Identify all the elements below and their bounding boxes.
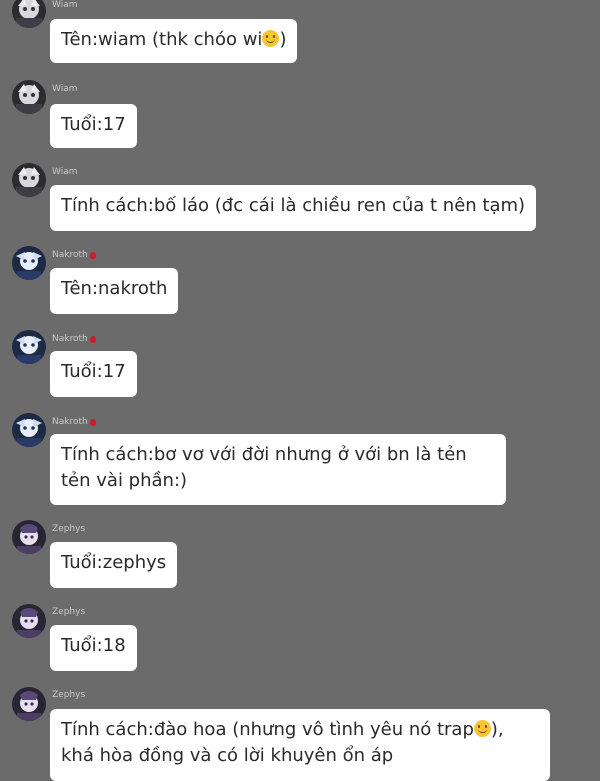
zephys-avatar[interactable]	[12, 604, 46, 638]
sender-name-label: Zephys	[52, 690, 86, 700]
message-text: Tuổi:17	[61, 361, 126, 382]
message-bubble[interactable]: Tuổi:18	[50, 625, 137, 671]
message-bubble[interactable]: Tên:wiam (thk chóo wi)	[50, 19, 298, 63]
sender-name: Nakroth	[52, 334, 96, 344]
sender-name: Zephys	[52, 690, 85, 700]
message-text: Tên:nakroth	[61, 278, 168, 299]
sender-name-label: Wiam	[52, 84, 78, 94]
message-text: Tên:wiam (thk chóo wi	[61, 29, 263, 50]
sender-name: Wiam	[52, 0, 77, 10]
message-text: Tuổi:zephys	[61, 552, 167, 573]
wiam-avatar[interactable]	[12, 80, 46, 114]
message-bubble[interactable]: Tính cách:bơ vơ với đời nhưng ở với bn l…	[50, 434, 506, 505]
slightly-smiling-face-icon	[473, 720, 491, 737]
zephys-avatar[interactable]	[12, 687, 46, 721]
message-text: Tính cách:bơ vơ với đời nhưng ở với bn l…	[61, 444, 467, 491]
message-text-tail: )	[279, 29, 287, 50]
rose-icon	[89, 335, 96, 343]
sender-name-label: Zephys	[52, 524, 86, 534]
rose-icon	[89, 251, 96, 259]
message-bubble[interactable]: Tính cách:bố láo (đc cái là chiều ren củ…	[50, 185, 537, 231]
message-text: Tính cách:đào hoa (nhưng vô tình yêu nó …	[61, 719, 474, 740]
sender-name-label: Nakroth	[52, 334, 88, 344]
message-text: Tuổi:17	[61, 114, 126, 135]
message-bubble[interactable]: Tuổi:17	[50, 351, 137, 397]
sender-name-label: Zephys	[52, 607, 86, 617]
sender-name: Wiam	[52, 167, 77, 177]
sender-name-label: Wiam	[52, 0, 78, 10]
zephys-avatar[interactable]	[12, 520, 46, 554]
message-bubble[interactable]: Tính cách:đào hoa (nhưng vô tình yêu nó …	[50, 709, 550, 781]
sender-name-label: Nakroth	[52, 250, 88, 260]
message-text: Tính cách:bố láo (đc cái là chiều ren củ…	[61, 195, 526, 216]
rose-icon	[89, 418, 96, 426]
message-bubble[interactable]: Tuổi:17	[50, 104, 137, 148]
sender-name-label: Nakroth	[52, 417, 88, 427]
nakroth-avatar[interactable]	[12, 330, 46, 364]
wiam-avatar[interactable]	[12, 0, 46, 28]
message-bubble[interactable]: Tên:nakroth	[50, 268, 179, 314]
nakroth-avatar[interactable]	[12, 413, 46, 447]
sender-name-label: Wiam	[52, 167, 78, 177]
slightly-smiling-face-icon	[262, 30, 280, 47]
sender-name: Zephys	[52, 524, 85, 534]
sender-name: Zephys	[52, 607, 85, 617]
sender-name: Nakroth	[52, 250, 96, 260]
nakroth-avatar[interactable]	[12, 246, 46, 280]
sender-name: Wiam	[52, 84, 77, 94]
sender-name: Nakroth	[52, 417, 96, 427]
message-bubble[interactable]: Tuổi:zephys	[50, 542, 178, 588]
wiam-avatar[interactable]	[12, 163, 46, 197]
message-text: Tuổi:18	[61, 635, 126, 656]
